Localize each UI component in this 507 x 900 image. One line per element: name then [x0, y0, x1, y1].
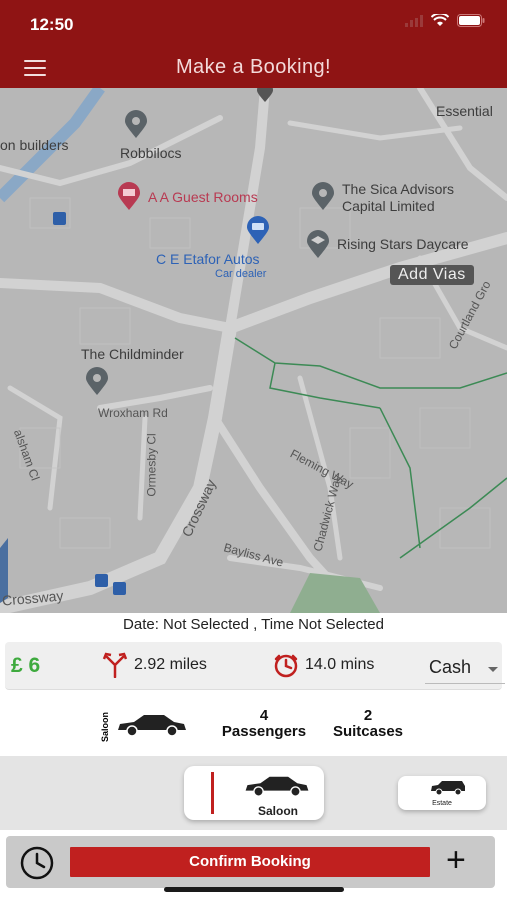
signal-icon [405, 14, 423, 27]
payment-select[interactable]: Cash [425, 652, 505, 684]
distance-group: 2.92 miles [102, 652, 207, 678]
home-indicator [164, 887, 344, 892]
add-vias-button[interactable]: Add Vias [390, 265, 474, 285]
timer-icon [274, 654, 298, 678]
saloon-car-icon [245, 776, 309, 797]
map-label-sica-2: Capital Limited [342, 198, 435, 214]
chevron-down-icon [488, 667, 498, 672]
vehicle-option-label: Saloon [257, 804, 298, 818]
daycare-pin-icon[interactable] [306, 230, 330, 258]
vehicle-option-estate[interactable]: Estate [398, 776, 486, 810]
payment-value: Cash [429, 657, 472, 677]
vehicle-option-label: Estate [432, 800, 452, 807]
map-view[interactable]: on builders Robbilocs Essential A A Gues… [0, 88, 507, 613]
status-time: 12:50 [30, 15, 74, 34]
suitcases-info: 2 Suitcases [322, 708, 414, 740]
map-label-etafor: C E Etafor Autos [156, 251, 260, 267]
plus-icon[interactable]: + [446, 843, 466, 877]
price-value: £ 6 [11, 654, 41, 677]
date-time-status[interactable]: Date: Not Selected , Time Not Selected [0, 616, 507, 633]
suitcases-count: 2 [363, 707, 373, 724]
vehicle-option-saloon[interactable]: Saloon [184, 766, 324, 820]
map-label-sica: The Sica Advisors [342, 181, 455, 197]
robbilocs-pin-icon[interactable] [124, 110, 148, 138]
suitcases-label: Suitcases [332, 723, 404, 740]
battery-icon [457, 14, 485, 27]
vehicle-type-vertical-label: Saloon [100, 711, 111, 743]
map-label-essential: Essential [436, 103, 493, 119]
map-label-childminder: The Childminder [81, 346, 184, 362]
vehicle-info-row: Saloon 4 Passengers 2 Suitcases [0, 700, 507, 754]
saloon-car-icon [118, 715, 186, 737]
clock-icon[interactable] [20, 846, 54, 880]
etafor-pin-icon[interactable] [246, 216, 270, 244]
passengers-info: 4 Passengers [214, 708, 314, 740]
map-label-rising-stars: Rising Stars Daycare [337, 236, 469, 252]
road-label-wroxham: Wroxham Rd [98, 406, 168, 420]
vehicle-selector: Saloon Estate [0, 756, 507, 830]
map-label-builders: on builders [0, 137, 69, 153]
map-label-car-dealer: Car dealer [215, 268, 267, 280]
passengers-count: 4 [259, 707, 269, 724]
road-label-ormesby: Ormesby Cl [144, 433, 159, 497]
page-title: Make a Booking! [176, 56, 331, 78]
map-label-robbilocs: Robbilocs [120, 145, 182, 161]
map-roads [0, 88, 507, 613]
bottom-action-bar: Confirm Booking + [6, 836, 495, 888]
trip-info-card: £ 6 2.92 miles 14.0 mins Cash [5, 642, 505, 690]
route-fork-icon [102, 652, 128, 678]
estate-car-icon [431, 781, 465, 796]
sica-pin-icon[interactable] [311, 182, 335, 210]
passengers-label: Passengers [221, 723, 307, 740]
map-pin-icon[interactable] [256, 88, 274, 102]
confirm-booking-button[interactable]: Confirm Booking [70, 847, 430, 877]
map-label-guest-rooms: A A Guest Rooms [148, 189, 258, 205]
distance-value: 2.92 miles [134, 656, 207, 673]
app-header: 12:50 Make a Booking! [0, 0, 507, 88]
duration-group: 14.0 mins [273, 652, 374, 678]
status-icons [405, 14, 485, 27]
wifi-icon [431, 14, 449, 26]
duration-value: 14.0 mins [305, 656, 375, 673]
guest-rooms-pin-icon[interactable] [117, 182, 141, 210]
childminder-pin-icon[interactable] [85, 367, 109, 395]
